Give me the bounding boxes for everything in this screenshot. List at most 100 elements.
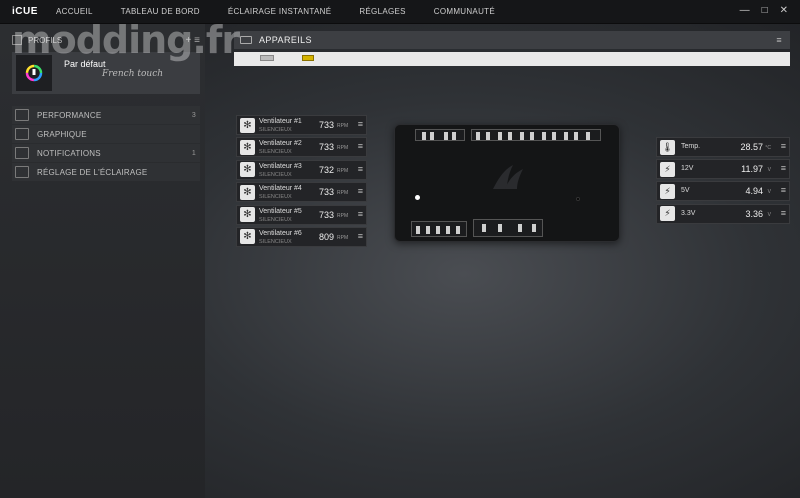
mount-hole bbox=[576, 197, 580, 201]
app-logo: iCUE bbox=[12, 6, 38, 17]
menu-performance[interactable]: PERFORMANCE 3 bbox=[12, 106, 200, 124]
menu-count: 1 bbox=[191, 149, 196, 157]
fan-row[interactable]: ✻ Ventilateur #2 SILENCIEUX 733 RPM ≡ bbox=[236, 137, 367, 158]
fan-icon: ✻ bbox=[240, 162, 255, 178]
maximize-button[interactable]: □ bbox=[762, 5, 768, 16]
menu-count: 3 bbox=[191, 111, 196, 119]
fan-icon: ✻ bbox=[240, 184, 255, 200]
nav-dashboard[interactable]: TABLEAU DE BORD bbox=[121, 7, 200, 16]
sensor-menu-icon[interactable]: ≡ bbox=[781, 163, 786, 173]
sensor-value: 4.94 bbox=[745, 186, 763, 197]
fan-icon: ✻ bbox=[240, 229, 255, 245]
nav-settings[interactable]: RÉGLAGES bbox=[359, 7, 405, 16]
sensor-unit: V bbox=[767, 211, 771, 218]
thermometer-icon: 🌡 bbox=[660, 139, 675, 155]
devices-menu-icon[interactable]: ≡ bbox=[776, 35, 782, 45]
fan-mode: SILENCIEUX bbox=[259, 127, 292, 133]
fan-unit: RPM bbox=[337, 190, 349, 197]
performance-icon bbox=[15, 109, 29, 121]
sensor-row[interactable]: ⚡ 5V 4.94 V ≡ bbox=[656, 181, 790, 202]
fan-row[interactable]: ✻ Ventilateur #4 SILENCIEUX 733 RPM ≡ bbox=[236, 182, 367, 203]
voltage-icon: ⚡ bbox=[660, 161, 675, 177]
menu-graph[interactable]: GRAPHIQUE bbox=[12, 125, 200, 143]
fan-mode: SILENCIEUX bbox=[259, 238, 292, 245]
sensor-menu-icon[interactable]: ≡ bbox=[781, 141, 786, 151]
fan-row[interactable]: ✻ Ventilateur #3 SILENCIEUX 732 RPM ≡ bbox=[236, 159, 367, 180]
fan-mode: SILENCIEUX bbox=[259, 149, 292, 156]
fan-unit: RPM bbox=[337, 123, 349, 129]
fan-icon: ✻ bbox=[240, 139, 255, 155]
sensor-name: 3.3V bbox=[681, 209, 696, 217]
fan-mode: SILENCIEUX bbox=[259, 216, 292, 223]
profile-name: Par défaut bbox=[64, 59, 106, 69]
rgb-ring-icon bbox=[25, 64, 43, 82]
nav-home[interactable]: ACCUEIL bbox=[56, 7, 93, 16]
corsair-logo-icon bbox=[493, 165, 523, 189]
profile-icon bbox=[16, 55, 52, 91]
fan-unit: RPM bbox=[337, 212, 349, 219]
fan-rpm: 732 bbox=[319, 164, 335, 175]
lighting-icon bbox=[15, 166, 29, 178]
devices-header: APPAREILS ≡ bbox=[234, 31, 790, 49]
menu-lighting-setup[interactable]: RÉGLAGE DE L'ÉCLAIRAGE bbox=[12, 163, 200, 181]
voltage-icon: ⚡ bbox=[660, 183, 675, 199]
fan-mode: SILENCIEUX bbox=[259, 171, 292, 178]
fan-row[interactable]: ✻ Ventilateur #5 SILENCIEUX 733 RPM ≡ bbox=[236, 204, 367, 225]
fan-unit: RPM bbox=[337, 145, 349, 152]
fan-unit: RPM bbox=[337, 167, 349, 174]
sensor-value: 11.97 bbox=[741, 164, 763, 175]
nav-community[interactable]: COMMUNAUTÉ bbox=[434, 7, 495, 16]
sensor-menu-icon[interactable]: ≡ bbox=[781, 208, 786, 218]
fan-row[interactable]: ✻ Ventilateur #1 SILENCIEUX 733 RPM ≡ bbox=[236, 115, 367, 135]
device-thumb-controller[interactable] bbox=[260, 55, 274, 61]
notification-icon bbox=[15, 147, 29, 159]
fan-menu-icon[interactable]: ≡ bbox=[358, 119, 363, 129]
sensor-unit: V bbox=[767, 167, 771, 174]
fan-rpm: 733 bbox=[319, 209, 335, 220]
sensor-value: 28.57 bbox=[740, 142, 763, 152]
fan-rpm: 809 bbox=[319, 231, 335, 242]
fan-mode: SILENCIEUX bbox=[259, 194, 292, 201]
keyboard-icon bbox=[240, 36, 252, 44]
devices-title: APPAREILS bbox=[259, 35, 312, 45]
side-menu: PERFORMANCE 3 GRAPHIQUE NOTIFICATIONS 1 … bbox=[12, 106, 200, 182]
fan-menu-icon[interactable]: ≡ bbox=[358, 164, 363, 174]
fan-name: Ventilateur #2 bbox=[259, 140, 302, 148]
sensor-menu-icon[interactable]: ≡ bbox=[781, 185, 786, 195]
profile-card[interactable]: Par défaut French touch bbox=[12, 52, 200, 94]
fan-rpm: 733 bbox=[319, 120, 335, 130]
fan-name: Ventilateur #5 bbox=[259, 207, 302, 215]
left-panel: PROFILS + ≡ Par défaut French touch PERF… bbox=[0, 24, 205, 498]
fan-rpm: 733 bbox=[319, 142, 335, 153]
fan-row[interactable]: ✻ Ventilateur #6 SILENCIEUX 809 RPM ≡ bbox=[236, 226, 367, 247]
sensor-value: 3.36 bbox=[745, 208, 763, 219]
menu-notifications[interactable]: NOTIFICATIONS 1 bbox=[12, 144, 200, 162]
voltage-icon: ⚡ bbox=[660, 206, 675, 222]
fan-icon: ✻ bbox=[240, 207, 255, 223]
profile-list-icon bbox=[12, 35, 22, 45]
nav-instant-lighting[interactable]: ÉCLAIRAGE INSTANTANÉ bbox=[228, 7, 332, 16]
connector-top-right bbox=[471, 129, 601, 141]
profile-tagline: French touch bbox=[102, 69, 164, 79]
minimize-button[interactable]: — bbox=[740, 5, 750, 16]
fan-menu-icon[interactable]: ≡ bbox=[358, 231, 363, 241]
sensor-list: 🌡 Temp. 28.57 °C ≡ ⚡ 12V 11.97 V ≡ ⚡ 5V … bbox=[656, 137, 790, 226]
sensor-name: Temp. bbox=[681, 143, 701, 150]
fan-icon: ✻ bbox=[240, 117, 255, 133]
sensor-unit: °C bbox=[765, 145, 771, 151]
fan-menu-icon[interactable]: ≡ bbox=[358, 209, 363, 219]
device-strip bbox=[234, 52, 790, 66]
sensor-row[interactable]: ⚡ 12V 11.97 V ≡ bbox=[656, 159, 790, 180]
profiles-actions[interactable]: + ≡ bbox=[186, 35, 200, 46]
close-button[interactable]: ✕ bbox=[780, 5, 788, 16]
fan-name: Ventilateur #3 bbox=[259, 162, 302, 170]
connector-bottom-right bbox=[473, 219, 543, 237]
commander-device-image bbox=[394, 124, 620, 242]
profiles-header: PROFILS + ≡ bbox=[12, 32, 200, 48]
sensor-row[interactable]: ⚡ 3.3V 3.36 V ≡ bbox=[656, 203, 790, 224]
device-thumb-commander[interactable] bbox=[302, 55, 314, 61]
fan-menu-icon[interactable]: ≡ bbox=[358, 186, 363, 196]
sensor-row[interactable]: 🌡 Temp. 28.57 °C ≡ bbox=[656, 137, 790, 157]
fan-rpm: 733 bbox=[319, 187, 335, 198]
fan-menu-icon[interactable]: ≡ bbox=[358, 141, 363, 151]
